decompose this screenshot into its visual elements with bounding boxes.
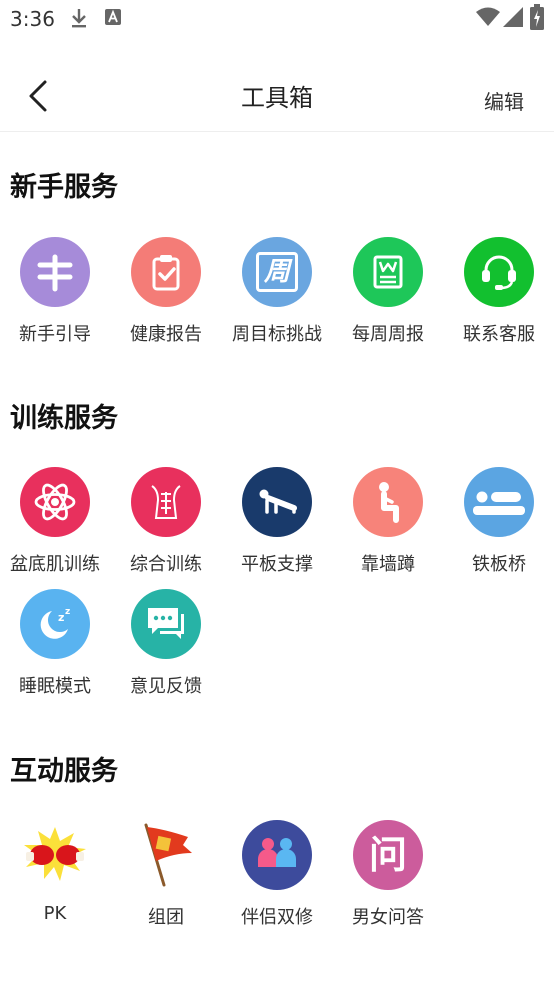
- tool-partner-practice[interactable]: 伴侣双修: [222, 820, 332, 940]
- tool-pelvic-training[interactable]: 盆底肌训练: [0, 467, 110, 587]
- boxing-gloves-icon: [20, 820, 90, 890]
- torso-icon: [131, 467, 201, 537]
- text-app-icon: [105, 9, 121, 25]
- status-time: 3:36: [10, 7, 55, 31]
- tool-label: 意见反馈: [130, 676, 202, 697]
- status-bar: 3:36: [0, 0, 554, 40]
- week-glyph: 周: [256, 252, 298, 292]
- tool-label: 铁板桥: [472, 554, 526, 575]
- week-badge-icon: 周: [242, 237, 312, 307]
- section-title-training: 训练服务: [10, 403, 118, 434]
- tool-comprehensive-training[interactable]: 综合训练: [111, 467, 221, 587]
- wifi-icon: [476, 7, 500, 26]
- couple-icon: [242, 820, 312, 890]
- tool-label: 男女问答: [352, 907, 424, 928]
- download-icon: [72, 9, 86, 28]
- section-title-newbie: 新手服务: [10, 172, 118, 203]
- tool-group[interactable]: 组团: [111, 820, 221, 940]
- tool-weekly-report[interactable]: 每周周报: [333, 237, 443, 357]
- guide-icon: [20, 237, 90, 307]
- nav-bar: 工具箱 编辑: [0, 60, 554, 132]
- flag-icon: [131, 820, 201, 890]
- qa-glyph: 问: [368, 833, 407, 877]
- tool-label: 联系客服: [463, 324, 535, 345]
- atom-icon: [20, 467, 90, 537]
- tool-plank[interactable]: 平板支撑: [222, 467, 332, 587]
- signal-icon: [503, 7, 523, 27]
- svg-text:z: z: [58, 611, 64, 624]
- headset-icon: [464, 237, 534, 307]
- tool-newbie-guide[interactable]: 新手引导: [0, 237, 110, 357]
- tool-health-report[interactable]: 健康报告: [111, 237, 221, 357]
- moon-zz-icon: z z: [20, 589, 90, 659]
- plank-icon: [242, 467, 312, 537]
- question-glyph-icon: 问: [353, 820, 423, 890]
- tool-weekly-challenge[interactable]: 周 周目标挑战: [222, 237, 332, 357]
- tool-gender-qa[interactable]: 问 男女问答: [333, 820, 443, 940]
- section-title-interaction: 互动服务: [10, 756, 118, 787]
- wall-squat-icon: [353, 467, 423, 537]
- tool-wall-squat[interactable]: 靠墙蹲: [333, 467, 443, 587]
- bridge-pose-icon: [464, 467, 534, 537]
- page-title: 工具箱: [241, 84, 313, 112]
- edit-button[interactable]: 编辑: [484, 86, 524, 115]
- tool-contact-service[interactable]: 联系客服: [444, 237, 554, 357]
- tool-sleep-mode[interactable]: z z 睡眠模式: [0, 589, 110, 709]
- clipboard-check-icon: [131, 237, 201, 307]
- battery-icon: [530, 4, 544, 30]
- tool-feedback[interactable]: 意见反馈: [111, 589, 221, 709]
- report-doc-icon: [353, 237, 423, 307]
- tool-iron-bridge[interactable]: 铁板桥: [444, 467, 554, 587]
- chat-bubbles-icon: [131, 589, 201, 659]
- svg-text:z: z: [65, 607, 70, 617]
- tool-pk[interactable]: PK: [0, 820, 110, 940]
